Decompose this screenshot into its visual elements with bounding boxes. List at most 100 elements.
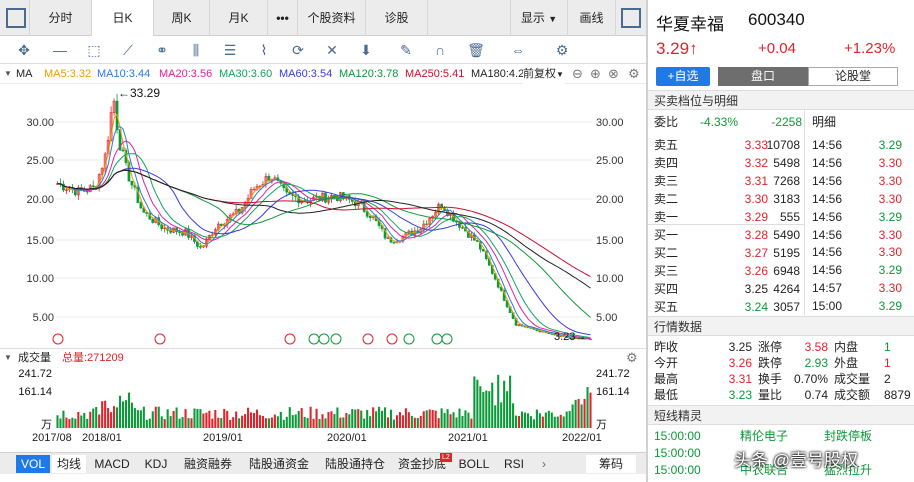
parallel-tool-icon[interactable]: ⫼ — [186, 40, 206, 60]
tab-hk-fund[interactable]: 陆股通资金 — [242, 455, 316, 473]
tick-time: 14:56 — [812, 191, 843, 206]
volume-bar — [118, 395, 122, 428]
bid-volume: 5490 — [773, 228, 800, 242]
volume-bar — [366, 410, 369, 428]
tab-boll[interactable]: BOLL — [454, 455, 494, 473]
volume-bar — [124, 400, 128, 428]
volume-bar — [56, 415, 59, 428]
event-marker-icon — [330, 333, 342, 345]
volume-bar — [488, 391, 491, 428]
volume-bar — [381, 410, 384, 428]
price-axis-label-right: 20.00 — [596, 194, 624, 206]
tab-rsi[interactable]: RSI — [498, 455, 530, 473]
ma60-label: MA60:3.54 — [279, 68, 333, 80]
more-tabs-button[interactable]: ••• — [268, 0, 298, 36]
tab-hk-holding[interactable]: 陆股通持仓 — [318, 455, 392, 473]
candle-body — [368, 216, 372, 218]
ask-level-label: 卖四 — [654, 156, 679, 170]
link-tool-icon[interactable]: ⚭ — [152, 40, 172, 60]
volume-bar — [506, 391, 509, 428]
volume-bar — [372, 407, 375, 428]
kline-chart[interactable]: 30.00 25.00 20.00 15.00 10.00 5.00 30.00… — [0, 84, 646, 346]
tick-time: 14:56 — [812, 155, 843, 170]
collapse-triangle-icon[interactable]: ▼ — [4, 349, 12, 367]
volume-chart[interactable]: 241.72 161.14 万 241.72 161.14 万 — [0, 366, 646, 430]
crosshair-icon[interactable]: ✥ — [14, 40, 34, 60]
price-axis-label-left: 25.00 — [26, 155, 54, 167]
tab-macd[interactable]: MACD — [90, 455, 134, 473]
tick-price: 3.29 — [878, 263, 902, 278]
tab-chips[interactable]: 筹码 — [586, 455, 636, 473]
tab-kdj[interactable]: KDJ — [138, 455, 174, 473]
price-axis-label-right: 30.00 — [596, 117, 624, 129]
settings-icon[interactable]: ⚙ — [552, 40, 572, 60]
tab-square-icon[interactable] — [0, 0, 30, 36]
tab-scroll-right-icon[interactable]: › — [534, 455, 554, 473]
tick-price: 3.29 — [878, 299, 902, 314]
expand-icon[interactable]: ⇔ — [508, 40, 528, 60]
fan-tool-icon[interactable]: ⟋ — [118, 40, 138, 60]
trash-icon[interactable]: 🗑 — [466, 40, 486, 60]
tab-monthly-k[interactable]: 月K — [210, 0, 268, 36]
volume-bar — [116, 407, 119, 428]
volume-bar — [398, 412, 401, 428]
volume-bar — [255, 409, 259, 428]
ma180-label: MA180:4.27 — [471, 68, 531, 80]
fib-tool-icon[interactable]: ☰ — [220, 40, 240, 60]
display-dropdown[interactable]: 显示 ▼ — [510, 0, 568, 36]
event-marker-icon — [403, 333, 415, 345]
tab-diagnosis[interactable]: 诊股 — [366, 0, 428, 36]
wave-tool-icon[interactable]: ⌇ — [254, 40, 274, 60]
volume-bar — [113, 406, 116, 428]
gann-tool-icon[interactable]: ✕ — [322, 40, 342, 60]
tick-price: 3.29 — [878, 138, 902, 152]
cycle-tool-icon[interactable]: ⟳ — [288, 40, 308, 60]
news-stock[interactable]: 精伦电子 — [740, 427, 788, 445]
tab-ma[interactable]: 均线 — [52, 455, 86, 473]
close-circle-icon[interactable]: ⊗ — [608, 64, 619, 84]
tab-forum[interactable]: 论股堂 — [808, 67, 898, 86]
layout-toggle-icon[interactable] — [616, 0, 646, 36]
volume-bar — [247, 407, 250, 428]
volume-bar — [241, 415, 244, 428]
collapse-triangle-icon[interactable]: ▼ — [4, 64, 12, 84]
add-watchlist-button[interactable]: +自选 — [656, 67, 710, 86]
restore-dropdown[interactable]: 前复权▼ — [523, 64, 564, 85]
volume-bar — [169, 416, 172, 428]
gear-icon[interactable]: ⚙ — [628, 64, 640, 84]
volume-settings-icon[interactable]: ⚙ — [626, 349, 638, 367]
volume-bar — [89, 411, 92, 428]
ask-level-label: 卖五 — [654, 138, 679, 152]
tab-daily-k[interactable]: 日K — [92, 0, 154, 36]
draw-line-button[interactable]: 画线 — [568, 0, 616, 36]
volume-bar — [205, 412, 208, 428]
stock-change-pct: +1.23% — [844, 40, 896, 57]
magnet-icon[interactable]: ∩ — [430, 40, 450, 60]
rect-tool-icon[interactable]: ⬚ — [84, 40, 104, 60]
weibi-pct: -4.33% — [700, 115, 739, 129]
event-marker-icon — [308, 333, 320, 345]
news-time: 15:00:00 — [654, 429, 701, 443]
minus-circle-icon[interactable]: ⊖ — [572, 64, 583, 84]
news-time: 15:00:00 — [654, 463, 701, 477]
volume-bar — [419, 415, 422, 428]
news-event: 封跌停板 — [824, 429, 873, 443]
volume-bar — [217, 417, 220, 428]
tab-margin[interactable]: 融资融券 — [176, 455, 240, 473]
candle-body — [91, 185, 95, 187]
price-axis-label-right: 25.00 — [596, 155, 624, 167]
line-tool-icon[interactable]: — — [50, 40, 70, 60]
tab-orderbook[interactable]: 盘口 — [718, 67, 808, 86]
tab-intraday[interactable]: 分时 — [30, 0, 92, 36]
volume-bar — [145, 419, 148, 428]
tab-company-profile[interactable]: 个股资料 — [298, 0, 366, 36]
volume-bar — [345, 413, 348, 428]
arrow-down-icon[interactable]: ⬇ — [356, 40, 376, 60]
pen-icon[interactable]: ✎ — [396, 40, 416, 60]
tab-weekly-k[interactable]: 周K — [154, 0, 210, 36]
candle-body — [121, 149, 125, 152]
bid-level-label: 买二 — [654, 246, 679, 260]
tab-vol[interactable]: VOL — [16, 455, 50, 473]
plus-circle-icon[interactable]: ⊕ — [590, 64, 601, 84]
price-value: 3.29 — [656, 39, 690, 58]
